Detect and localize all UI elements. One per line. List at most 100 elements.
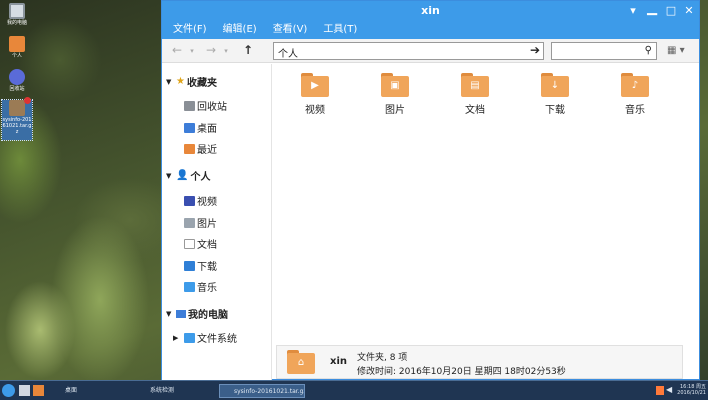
- folder-item-videos[interactable]: ▶ 视频: [285, 73, 345, 116]
- menu-view[interactable]: 查看(V): [273, 21, 308, 39]
- sidebar-item-label: 桌面: [197, 124, 217, 135]
- desktop-icon-label: 回收站: [9, 86, 25, 92]
- menu-bar: 文件(F) 编辑(E) 查看(V) 工具(T): [162, 21, 699, 39]
- forward-history-chevron-icon[interactable]: ▾: [219, 47, 233, 55]
- desktop-icon-recycle-bin[interactable]: 回收站: [2, 69, 32, 92]
- task-desktop[interactable]: 桌面: [51, 384, 131, 398]
- sidebar-item-music[interactable]: 音乐: [184, 279, 217, 294]
- search-box[interactable]: ⚲: [551, 42, 657, 60]
- folder-label: 图片: [385, 105, 405, 116]
- sidebar-section-personal[interactable]: ▼ 👤 个人: [166, 168, 210, 183]
- recent-icon: [184, 143, 195, 154]
- folder-item-documents[interactable]: ▤ 文档: [445, 73, 505, 116]
- sidebar-item-documents[interactable]: 文档: [184, 236, 217, 251]
- clock[interactable]: 16:18 周五 2016/10/21: [676, 384, 706, 396]
- folder-label: 文档: [465, 105, 485, 116]
- folder-label: 音乐: [625, 105, 645, 116]
- folder-label: 下载: [545, 105, 565, 116]
- task-system-check[interactable]: 系统检测: [136, 384, 216, 398]
- computer-icon: [176, 309, 186, 318]
- location-bar[interactable]: 个人 ➔: [273, 42, 544, 60]
- chevron-down-icon[interactable]: ▼: [166, 172, 176, 180]
- close-button[interactable]: ✕: [680, 2, 698, 19]
- trash-icon: [184, 100, 195, 111]
- music-icon: [184, 281, 195, 292]
- document-folder-icon: ▤: [461, 73, 489, 97]
- forward-button[interactable]: →: [204, 43, 218, 57]
- status-folder-name: xin: [330, 356, 347, 367]
- sidebar-item-videos[interactable]: 视频: [184, 193, 217, 208]
- drive-icon: [184, 332, 195, 343]
- status-bar: ⌂ xin 文件夹, 8 项 修改时间: 2016年10月20日 星期四 18时…: [276, 345, 683, 379]
- desktop-icon-label: 个人: [11, 53, 22, 59]
- go-arrow-icon[interactable]: ➔: [530, 43, 540, 57]
- sidebar-item-recent[interactable]: 最近: [184, 141, 217, 156]
- desktop-icon: [184, 122, 195, 133]
- download-icon: [184, 260, 195, 271]
- task-archive[interactable]: sysinfo-20161021.tar.gz...: [219, 384, 305, 398]
- sidebar-item-label: 图片: [197, 219, 217, 230]
- search-icon[interactable]: ⚲: [645, 45, 652, 56]
- sidebar-item-downloads[interactable]: 下载: [184, 258, 217, 273]
- menu-file[interactable]: 文件(F): [173, 21, 207, 39]
- menu-edit[interactable]: 编辑(E): [223, 21, 257, 39]
- minimize-button[interactable]: ▾: [624, 2, 642, 19]
- chevron-right-icon[interactable]: ▶: [173, 334, 184, 342]
- sidebar-section-my-computer[interactable]: ▼ 我的电脑: [166, 306, 228, 321]
- recycle-bin-icon: [9, 69, 25, 85]
- maximize-button[interactable]: □: [662, 2, 680, 19]
- taskbar: 桌面 系统检测 sysinfo-20161021.tar.gz... ◀ 16:…: [0, 380, 708, 400]
- desktop-icon-computer[interactable]: 我的电脑: [2, 3, 32, 26]
- folder-label: 视频: [305, 105, 325, 116]
- toolbar: ← ▾ → ▾ ↑ 个人 ➔ ⚲ ▦ ▾: [162, 39, 699, 63]
- status-modified: 修改时间: 2016年10月20日 星期四 18时02分53秒: [357, 367, 566, 377]
- sidebar-item-label: 视频: [197, 197, 217, 208]
- start-menu-icon[interactable]: [2, 384, 15, 397]
- file-manager-launcher-icon[interactable]: [33, 385, 44, 396]
- folder-item-music[interactable]: ♪ 音乐: [605, 73, 665, 116]
- sidebar-section-favorites[interactable]: ▼ ★ 收藏夹: [166, 74, 217, 89]
- user-icon: 👤: [176, 170, 189, 181]
- home-folder-icon: [9, 36, 25, 52]
- folder-item-downloads[interactable]: ↓ 下载: [525, 73, 585, 116]
- home-folder-icon: ⌂: [287, 350, 315, 374]
- star-icon: ★: [176, 76, 185, 87]
- file-view[interactable]: ▶ 视频 ▣ 图片 ▤ 文档 ↓ 下载 ♪ 音乐: [273, 64, 699, 344]
- desktop-icon-home[interactable]: 个人: [2, 36, 32, 59]
- desktop-icon-label: sysinfo-20161021.tar.gz: [2, 117, 32, 135]
- sidebar-item-trash[interactable]: 回收站: [184, 98, 227, 113]
- chevron-down-icon[interactable]: ▼: [166, 310, 176, 318]
- back-button[interactable]: ←: [170, 43, 184, 57]
- video-icon: [184, 195, 195, 206]
- chevron-down-icon[interactable]: ▼: [166, 78, 176, 86]
- section-label: 我的电脑: [188, 310, 228, 321]
- view-mode-button[interactable]: ▦ ▾: [667, 45, 685, 56]
- download-folder-icon: ↓: [541, 73, 569, 97]
- clock-date: 2016/10/21: [677, 390, 706, 396]
- music-folder-icon: ♪: [621, 73, 649, 97]
- sidebar-item-pictures[interactable]: 图片: [184, 215, 217, 230]
- up-button[interactable]: ↑: [241, 43, 255, 57]
- tray-alert-icon[interactable]: [656, 386, 664, 395]
- video-folder-icon: ▶: [301, 73, 329, 97]
- back-history-chevron-icon[interactable]: ▾: [185, 47, 199, 55]
- menu-tools[interactable]: 工具(T): [323, 21, 357, 39]
- sidebar-item-label: 最近: [197, 145, 217, 156]
- folder-item-pictures[interactable]: ▣ 图片: [365, 73, 425, 116]
- show-desktop-icon[interactable]: [19, 385, 30, 396]
- section-label: 收藏夹: [186, 78, 217, 89]
- desktop-icon-archive[interactable]: sysinfo-20161021.tar.gz: [1, 97, 33, 141]
- computer-icon: [9, 3, 25, 19]
- picture-folder-icon: ▣: [381, 73, 409, 97]
- title-bar[interactable]: xin ▾ ▁ □ ✕: [162, 1, 699, 21]
- sidebar: ▼ ★ 收藏夹 回收站 桌面 最近 ▼ 👤 个人 视频 图片 文档 下载 音乐 …: [162, 64, 272, 380]
- minimize-icon[interactable]: ▁: [643, 2, 661, 19]
- search-input[interactable]: [552, 43, 638, 59]
- sidebar-item-filesystem[interactable]: ▶ 文件系统: [173, 330, 237, 345]
- archive-icon: [9, 97, 31, 116]
- sidebar-item-label: 下载: [197, 262, 217, 273]
- volume-icon[interactable]: ◀: [666, 385, 672, 394]
- sidebar-item-label: 回收站: [197, 102, 227, 113]
- section-label: 个人: [190, 172, 211, 183]
- sidebar-item-desktop[interactable]: 桌面: [184, 120, 217, 135]
